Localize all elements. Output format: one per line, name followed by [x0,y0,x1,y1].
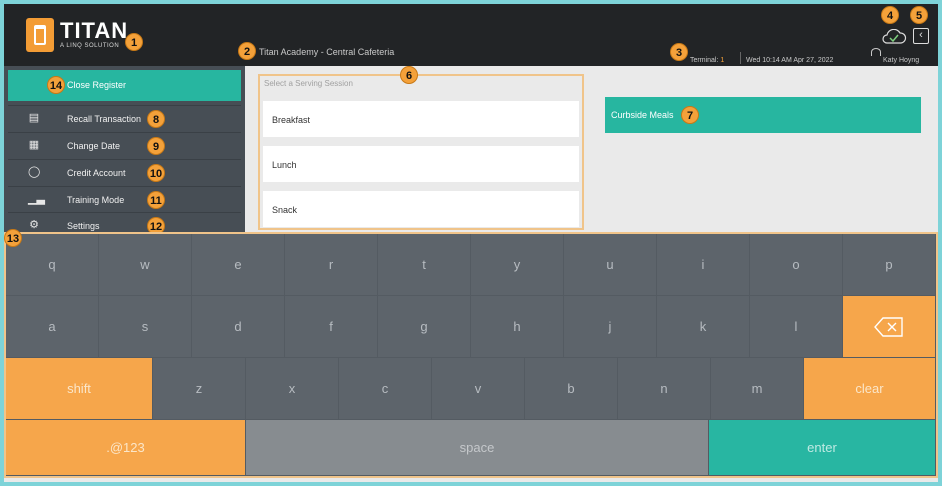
key-r[interactable]: r [285,234,378,296]
key-j[interactable]: j [564,296,657,358]
top-bar: TITAN A LINQ SOLUTION 1 2 Titan Academy … [4,4,938,66]
brand-name: TITAN [60,18,129,43]
brand-tagline: A LINQ SOLUTION [60,43,120,49]
terminal-number: 1 [720,57,725,64]
user-icon [871,48,881,56]
terminal-label: Terminal: [690,57,719,64]
sidebar-item-change-date[interactable]: ▦ Change Date 9 [8,132,241,158]
piggy-bank-icon: ◯ [28,166,41,178]
on-screen-keyboard: q w e r t y u i o p a s d f g h j k l sh… [4,232,938,478]
sidebar: 14 Close Register ▤ Recall Transaction 8… [4,66,245,238]
curbside-meals-button[interactable]: Curbside Meals 7 [605,97,921,133]
divider [740,52,741,64]
sidebar-item-label: Training Mode [67,195,125,205]
key-l[interactable]: l [750,296,843,358]
sidebar-item-recall-transaction[interactable]: ▤ Recall Transaction 8 [8,105,241,131]
annotation-badge-13: 13 [4,229,22,247]
date-time: Wed 10:14 AM Apr 27, 2022 [746,57,834,64]
key-a[interactable]: a [6,296,99,358]
annotation-badge-8: 8 [147,110,165,128]
annotation-badge-6: 6 [400,66,418,84]
calendar-icon: ▦ [28,139,40,151]
key-c[interactable]: c [339,358,432,420]
bar-chart-icon: ▁▃ [28,193,45,205]
annotation-badge-2: 2 [238,42,256,60]
user-name[interactable]: Katy Hoyng [883,57,919,64]
sidebar-item-label: Credit Account [67,168,126,178]
key-i[interactable]: i [657,234,750,296]
titan-logo-icon [26,18,54,52]
key-v[interactable]: v [432,358,525,420]
backspace-key[interactable] [843,296,936,358]
sidebar-item-label: Change Date [67,141,121,151]
sidebar-item-label: Recall Transaction [67,114,142,124]
receipt-icon: ▤ [28,112,40,124]
key-m[interactable]: m [711,358,804,420]
shift-key[interactable]: shift [6,358,153,420]
key-t[interactable]: t [378,234,471,296]
key-w[interactable]: w [99,234,192,296]
annotation-badge-10: 10 [147,164,165,182]
key-k[interactable]: k [657,296,750,358]
sidebar-item-label: Settings [67,221,100,231]
session-option-lunch[interactable]: Lunch [263,146,579,182]
annotation-badge-14: 14 [47,76,65,94]
clear-key[interactable]: clear [804,358,936,420]
key-h[interactable]: h [471,296,564,358]
sidebar-item-credit-account[interactable]: ◯ Credit Account 10 [8,159,241,185]
key-n[interactable]: n [618,358,711,420]
annotation-badge-11: 11 [147,191,165,209]
session-option-breakfast[interactable]: Breakfast [263,101,579,137]
annotation-badge-1: 1 [125,33,143,51]
terminal-info: Terminal: 1 [690,57,724,64]
key-z[interactable]: z [153,358,246,420]
key-g[interactable]: g [378,296,471,358]
close-register-button[interactable]: 14 Close Register [8,70,241,101]
symbols-key[interactable]: .@123 [6,420,246,476]
serving-session-select[interactable]: Select a Serving Session Breakfast Lunch… [258,74,584,230]
curbside-meals-label: Curbside Meals [611,110,674,120]
key-f[interactable]: f [285,296,378,358]
enter-key[interactable]: enter [709,420,936,476]
serving-session-placeholder: Select a Serving Session [264,79,353,88]
cloud-sync-icon[interactable] [881,29,907,45]
session-option-snack[interactable]: Snack [263,191,579,227]
key-e[interactable]: e [192,234,285,296]
key-b[interactable]: b [525,358,618,420]
key-x[interactable]: x [246,358,339,420]
annotation-badge-9: 9 [147,137,165,155]
sidebar-item-training-mode[interactable]: ▁▃ Training Mode 11 [8,186,241,212]
annotation-badge-7: 7 [681,106,699,124]
session-option-label: Lunch [272,160,297,170]
location-name: Titan Academy - Central Cafeteria [259,47,395,57]
backspace-icon [874,316,903,337]
annotation-badge-3: 3 [670,43,688,61]
annotation-badge-5: 5 [910,6,928,24]
session-option-label: Snack [272,205,298,215]
key-y[interactable]: y [471,234,564,296]
annotation-badge-4: 4 [881,6,899,24]
key-s[interactable]: s [99,296,192,358]
key-p[interactable]: p [843,234,936,296]
close-register-label: Close Register [67,80,127,90]
back-chevron-icon[interactable]: ‹ [913,28,929,44]
key-d[interactable]: d [192,296,285,358]
key-u[interactable]: u [564,234,657,296]
gear-icon: ⚙ [29,219,39,231]
session-option-label: Breakfast [272,115,311,125]
key-o[interactable]: o [750,234,843,296]
space-key[interactable]: space [246,420,709,476]
